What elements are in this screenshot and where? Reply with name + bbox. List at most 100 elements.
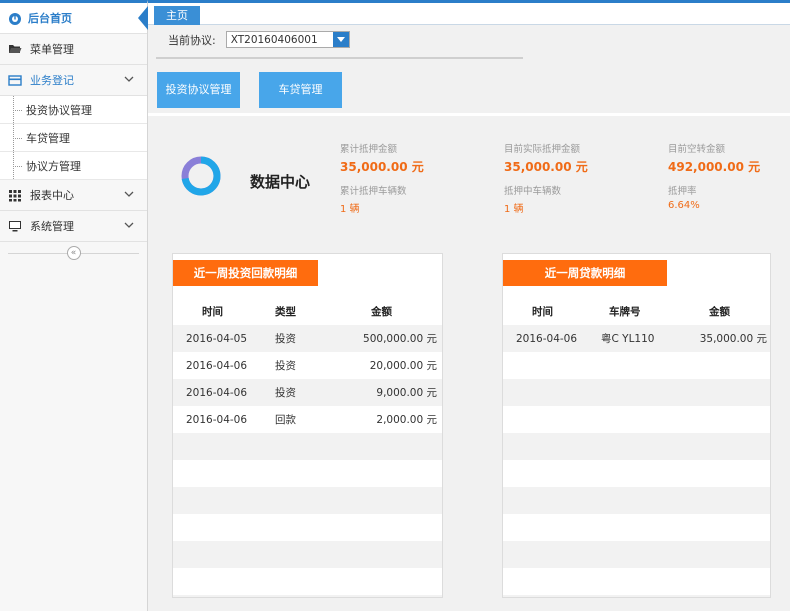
table-row-empty	[173, 541, 442, 568]
sidebar-item-menu[interactable]: 菜单管理	[0, 34, 147, 65]
stat-value: 6.64%	[668, 200, 700, 211]
table-row-empty	[503, 352, 770, 379]
table-row: 2016-04-05 投资 500,000.00 元	[173, 325, 442, 352]
table-row: 2016-04-06 投资 20,000.00 元	[173, 352, 442, 379]
column-header: 金额	[371, 306, 392, 318]
stat-vehicles-mortgaged: 抵押中车辆数 1 辆	[504, 183, 561, 215]
cell-type: 投资	[275, 360, 296, 372]
collapse-icon[interactable]: «	[66, 246, 81, 260]
cell-amount: 500,000.00 元	[363, 333, 437, 345]
tab-home[interactable]: 主页	[154, 6, 200, 25]
table-row-empty	[173, 595, 442, 597]
dropdown-arrow-icon[interactable]	[332, 32, 349, 47]
sidebar-item-label: 菜单管理	[30, 43, 74, 56]
active-indicator-arrow	[138, 6, 148, 30]
sidebar: 后台首页 菜单管理 业务登记 投资协议管理 车贷管理 协议方管理 报表中心 系统…	[0, 0, 148, 611]
cell-type: 投资	[275, 333, 296, 345]
dashboard-icon	[9, 13, 21, 25]
stat-label: 累计抵押车辆数	[340, 186, 407, 197]
cell-type: 回款	[275, 414, 296, 426]
table-header: 时间 类型 金额	[173, 298, 442, 325]
sidebar-subitem-car-loan[interactable]: 车贷管理	[0, 124, 147, 152]
car-loan-button[interactable]: 车贷管理	[259, 72, 342, 108]
cell-date: 2016-04-06	[516, 332, 578, 345]
sidebar-subitem-invest-agreement[interactable]: 投资协议管理	[0, 96, 147, 124]
invest-repay-panel: 近一周投资回款明细 时间 类型 金额 2016-04-05 投资 500,000…	[172, 253, 443, 598]
sidebar-item-label: 报表中心	[30, 189, 74, 202]
loan-panel: 近一周贷款明细 时间 车牌号 金额 2016-04-06 粤C YL110 35…	[502, 253, 771, 598]
table-row-empty	[173, 460, 442, 487]
stat-value: 35,000.00 元	[340, 160, 424, 174]
panel-title: 近一周贷款明细	[503, 260, 667, 286]
table-row-empty	[503, 514, 770, 541]
table-row-empty	[503, 460, 770, 487]
cell-type: 投资	[275, 387, 296, 399]
monitor-icon	[9, 221, 21, 232]
stat-label: 抵押中车辆数	[504, 186, 562, 197]
invest-agreement-button[interactable]: 投资协议管理	[157, 72, 240, 108]
sidebar-item-reports[interactable]: 报表中心	[0, 180, 147, 211]
stat-value: 1 辆	[340, 204, 360, 215]
cell-amount: 9,000.00 元	[376, 387, 437, 399]
card-icon	[8, 75, 22, 86]
grid-icon	[9, 190, 21, 202]
invest-table: 时间 类型 金额 2016-04-05 投资 500,000.00 元 2016…	[173, 298, 442, 597]
data-center-ring-icon	[181, 156, 221, 196]
stat-total-vehicles: 累计抵押车辆数 1 辆	[340, 183, 407, 215]
stat-value: 1 辆	[504, 204, 524, 215]
chevron-down-icon[interactable]	[123, 188, 135, 200]
stat-actual-mortgage: 目前实际抵押金额 35,000.00 元	[504, 141, 588, 175]
column-header: 时间	[202, 306, 223, 318]
sidebar-item-label: 后台首页	[28, 12, 72, 25]
column-header: 时间	[532, 306, 553, 318]
sidebar-item-business[interactable]: 业务登记	[0, 65, 147, 96]
cell-amount: 20,000.00 元	[369, 360, 437, 372]
table-row: 2016-04-06 投资 9,000.00 元	[173, 379, 442, 406]
stat-total-mortgage: 累计抵押金额 35,000.00 元	[340, 141, 424, 175]
table-row-empty	[503, 568, 770, 595]
column-header: 金额	[709, 306, 730, 318]
stat-mortgage-rate: 抵押率 6.64%	[668, 183, 700, 211]
table-row-empty	[173, 433, 442, 460]
sidebar-item-label: 系统管理	[30, 220, 74, 233]
cell-amount: 2,000.00 元	[376, 414, 437, 426]
divider	[148, 113, 790, 116]
sidebar-collapse: «	[0, 242, 147, 264]
stat-value: 35,000.00 元	[504, 160, 588, 174]
sidebar-subitem-label: 投资协议管理	[26, 103, 92, 117]
cell-plate: 粤C YL110	[601, 333, 655, 345]
tab-bar: 主页	[148, 3, 790, 25]
table-header: 时间 车牌号 金额	[503, 298, 770, 325]
stat-label: 目前实际抵押金额	[504, 144, 581, 155]
stat-value: 492,000.00 元	[668, 160, 761, 174]
sidebar-item-label: 业务登记	[30, 74, 74, 87]
protocol-select-value: XT20160406001	[230, 33, 318, 46]
sidebar-subitem-label: 车贷管理	[26, 131, 70, 145]
stat-label: 累计抵押金额	[340, 144, 398, 155]
sidebar-item-system[interactable]: 系统管理	[0, 211, 147, 242]
table-row: 2016-04-06 回款 2,000.00 元	[173, 406, 442, 433]
cell-date: 2016-04-06	[186, 386, 248, 399]
chevron-down-icon[interactable]	[123, 219, 135, 231]
protocol-label: 当前协议:	[168, 33, 216, 47]
chevron-down-icon[interactable]	[123, 73, 135, 85]
sidebar-subitem-party[interactable]: 协议方管理	[0, 152, 147, 180]
folder-icon	[9, 45, 22, 53]
table-row-empty	[503, 487, 770, 514]
table-row-empty	[173, 487, 442, 514]
cell-date: 2016-04-05	[186, 332, 248, 345]
divider	[156, 57, 523, 59]
protocol-select[interactable]: XT20160406001	[225, 31, 350, 48]
cell-date: 2016-04-06	[186, 359, 248, 372]
table-row-empty	[173, 514, 442, 541]
table-row-empty	[503, 379, 770, 406]
data-center-title: 数据中心	[250, 173, 311, 191]
panel-title: 近一周投资回款明细	[173, 260, 318, 286]
sidebar-item-home[interactable]: 后台首页	[0, 3, 148, 34]
table-row-empty	[503, 433, 770, 460]
table-row-empty	[503, 541, 770, 568]
table-row: 2016-04-06 粤C YL110 35,000.00 元	[503, 325, 770, 352]
stat-label: 目前空转金额	[668, 144, 726, 155]
cell-date: 2016-04-06	[186, 413, 248, 426]
table-row-empty	[503, 595, 770, 597]
